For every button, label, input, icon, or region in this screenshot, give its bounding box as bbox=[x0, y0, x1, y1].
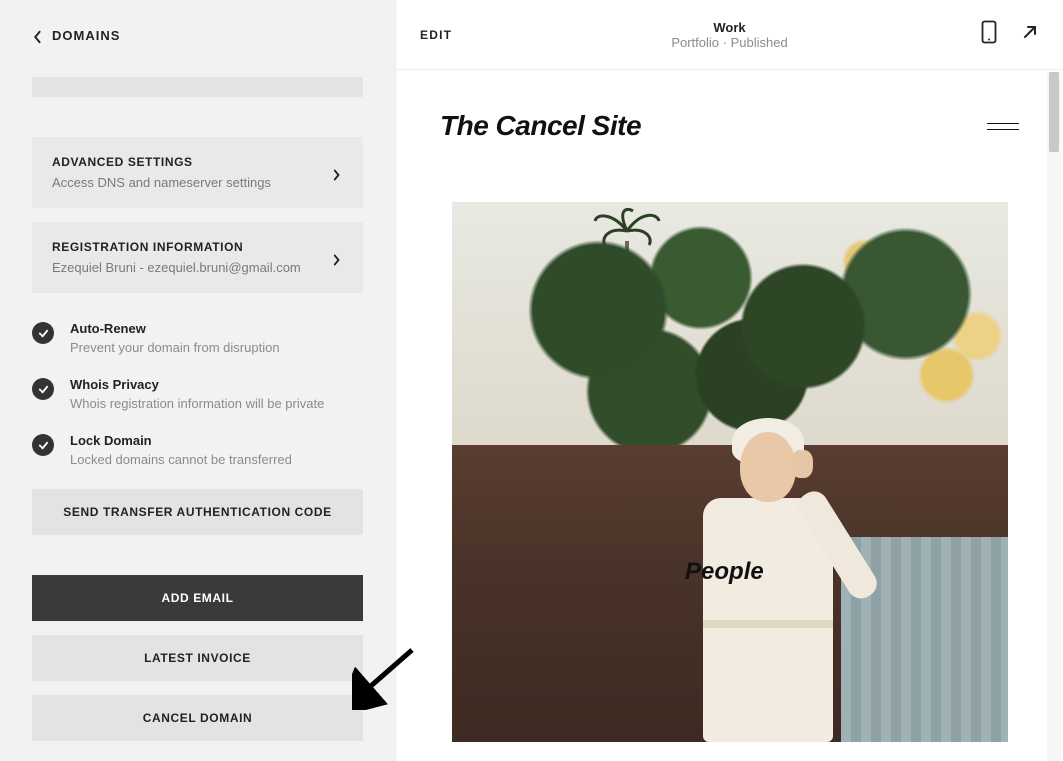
open-external-icon[interactable] bbox=[1021, 23, 1039, 46]
toggle-sub: Prevent your domain from disruption bbox=[70, 340, 280, 355]
toggle-title: Whois Privacy bbox=[70, 377, 324, 392]
toggle-sub: Locked domains cannot be transferred bbox=[70, 452, 292, 467]
send-transfer-code-button[interactable]: SEND TRANSFER AUTHENTICATION CODE bbox=[32, 489, 363, 535]
preview-scrollbar[interactable] bbox=[1047, 72, 1061, 761]
panel-advanced-settings[interactable]: ADVANCED SETTINGS Access DNS and nameser… bbox=[32, 137, 363, 208]
site-preview: EDIT Work Portfolio · Published The Canc… bbox=[395, 0, 1063, 761]
hero-label: People bbox=[685, 558, 764, 586]
panel-title: REGISTRATION INFORMATION bbox=[52, 240, 301, 254]
domain-name-bar bbox=[32, 77, 363, 97]
toggle-sub: Whois registration information will be p… bbox=[70, 396, 324, 411]
chevron-right-icon bbox=[333, 253, 343, 263]
scrollbar-thumb[interactable] bbox=[1049, 72, 1059, 152]
toggle-auto-renew[interactable]: Auto-Renew Prevent your domain from disr… bbox=[32, 321, 363, 355]
mobile-preview-icon[interactable] bbox=[981, 20, 997, 49]
check-icon bbox=[32, 434, 54, 456]
preview-page-title: Work bbox=[671, 20, 787, 35]
toggle-lock-domain[interactable]: Lock Domain Locked domains cannot be tra… bbox=[32, 433, 363, 467]
check-icon bbox=[32, 378, 54, 400]
toggle-whois-privacy[interactable]: Whois Privacy Whois registration informa… bbox=[32, 377, 363, 411]
add-email-button[interactable]: ADD EMAIL bbox=[32, 575, 363, 621]
panel-sub: Ezequiel Bruni - ezequiel.bruni@gmail.co… bbox=[52, 260, 301, 275]
domain-settings-sidebar: DOMAINS ADVANCED SETTINGS Access DNS and… bbox=[0, 0, 395, 761]
chevron-right-icon bbox=[333, 168, 343, 178]
chevron-left-icon bbox=[32, 30, 44, 42]
check-icon bbox=[32, 322, 54, 344]
panel-registration-information[interactable]: REGISTRATION INFORMATION Ezequiel Bruni … bbox=[32, 222, 363, 293]
site-header: The Cancel Site bbox=[440, 110, 1019, 142]
hero-image[interactable]: People bbox=[452, 202, 1008, 742]
preview-page-sub: Portfolio · Published bbox=[671, 35, 787, 50]
back-label: DOMAINS bbox=[52, 28, 120, 43]
hamburger-menu-icon[interactable] bbox=[987, 118, 1019, 135]
preview-page-info: Work Portfolio · Published bbox=[671, 20, 787, 50]
preview-body: The Cancel Site bbox=[396, 70, 1063, 761]
site-title: The Cancel Site bbox=[440, 110, 641, 142]
panel-title: ADVANCED SETTINGS bbox=[52, 155, 271, 169]
back-to-domains[interactable]: DOMAINS bbox=[32, 28, 363, 43]
toggle-title: Auto-Renew bbox=[70, 321, 280, 336]
panel-sub: Access DNS and nameserver settings bbox=[52, 175, 271, 190]
cancel-domain-button[interactable]: CANCEL DOMAIN bbox=[32, 695, 363, 741]
edit-button[interactable]: EDIT bbox=[420, 28, 452, 42]
latest-invoice-button[interactable]: LATEST INVOICE bbox=[32, 635, 363, 681]
toggle-title: Lock Domain bbox=[70, 433, 292, 448]
preview-header: EDIT Work Portfolio · Published bbox=[396, 0, 1063, 70]
domain-toggles: Auto-Renew Prevent your domain from disr… bbox=[32, 321, 363, 467]
